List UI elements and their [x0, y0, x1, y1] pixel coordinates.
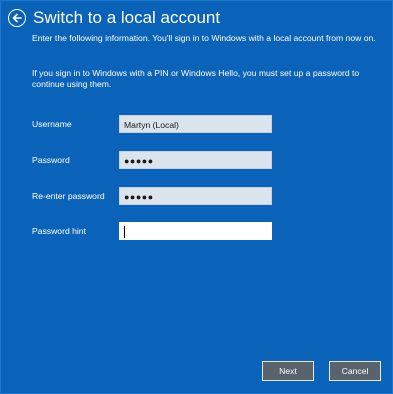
header: Switch to a local account [8, 8, 220, 28]
username-row: Username Martyn (Local) [32, 115, 377, 135]
reenter-password-field[interactable]: ●●●●● [119, 187, 272, 205]
password-field[interactable]: ●●●●● [119, 151, 272, 169]
back-button[interactable] [8, 9, 26, 27]
username-label: Username [32, 119, 72, 129]
password-row: Password ●●●●● [32, 151, 377, 171]
username-field[interactable]: Martyn (Local) [119, 115, 272, 133]
next-button[interactable]: Next [262, 361, 314, 381]
back-arrow-icon [12, 13, 22, 23]
cancel-button[interactable]: Cancel [329, 361, 381, 381]
password-hint-label: Password hint [32, 226, 86, 236]
password-hint-row: Password hint [32, 222, 377, 242]
text-caret [124, 226, 125, 238]
password-hint-field[interactable] [119, 222, 272, 240]
intro-text: Enter the following information. You'll … [32, 33, 376, 43]
reenter-password-label: Re-enter password [32, 191, 105, 201]
dialog-window: Switch to a local account Enter the foll… [0, 0, 393, 394]
reenter-password-row: Re-enter password ●●●●● [32, 187, 377, 207]
password-label: Password [32, 155, 70, 165]
pin-notice-text: If you sign in to Windows with a PIN or … [32, 68, 360, 89]
page-title: Switch to a local account [33, 8, 221, 27]
